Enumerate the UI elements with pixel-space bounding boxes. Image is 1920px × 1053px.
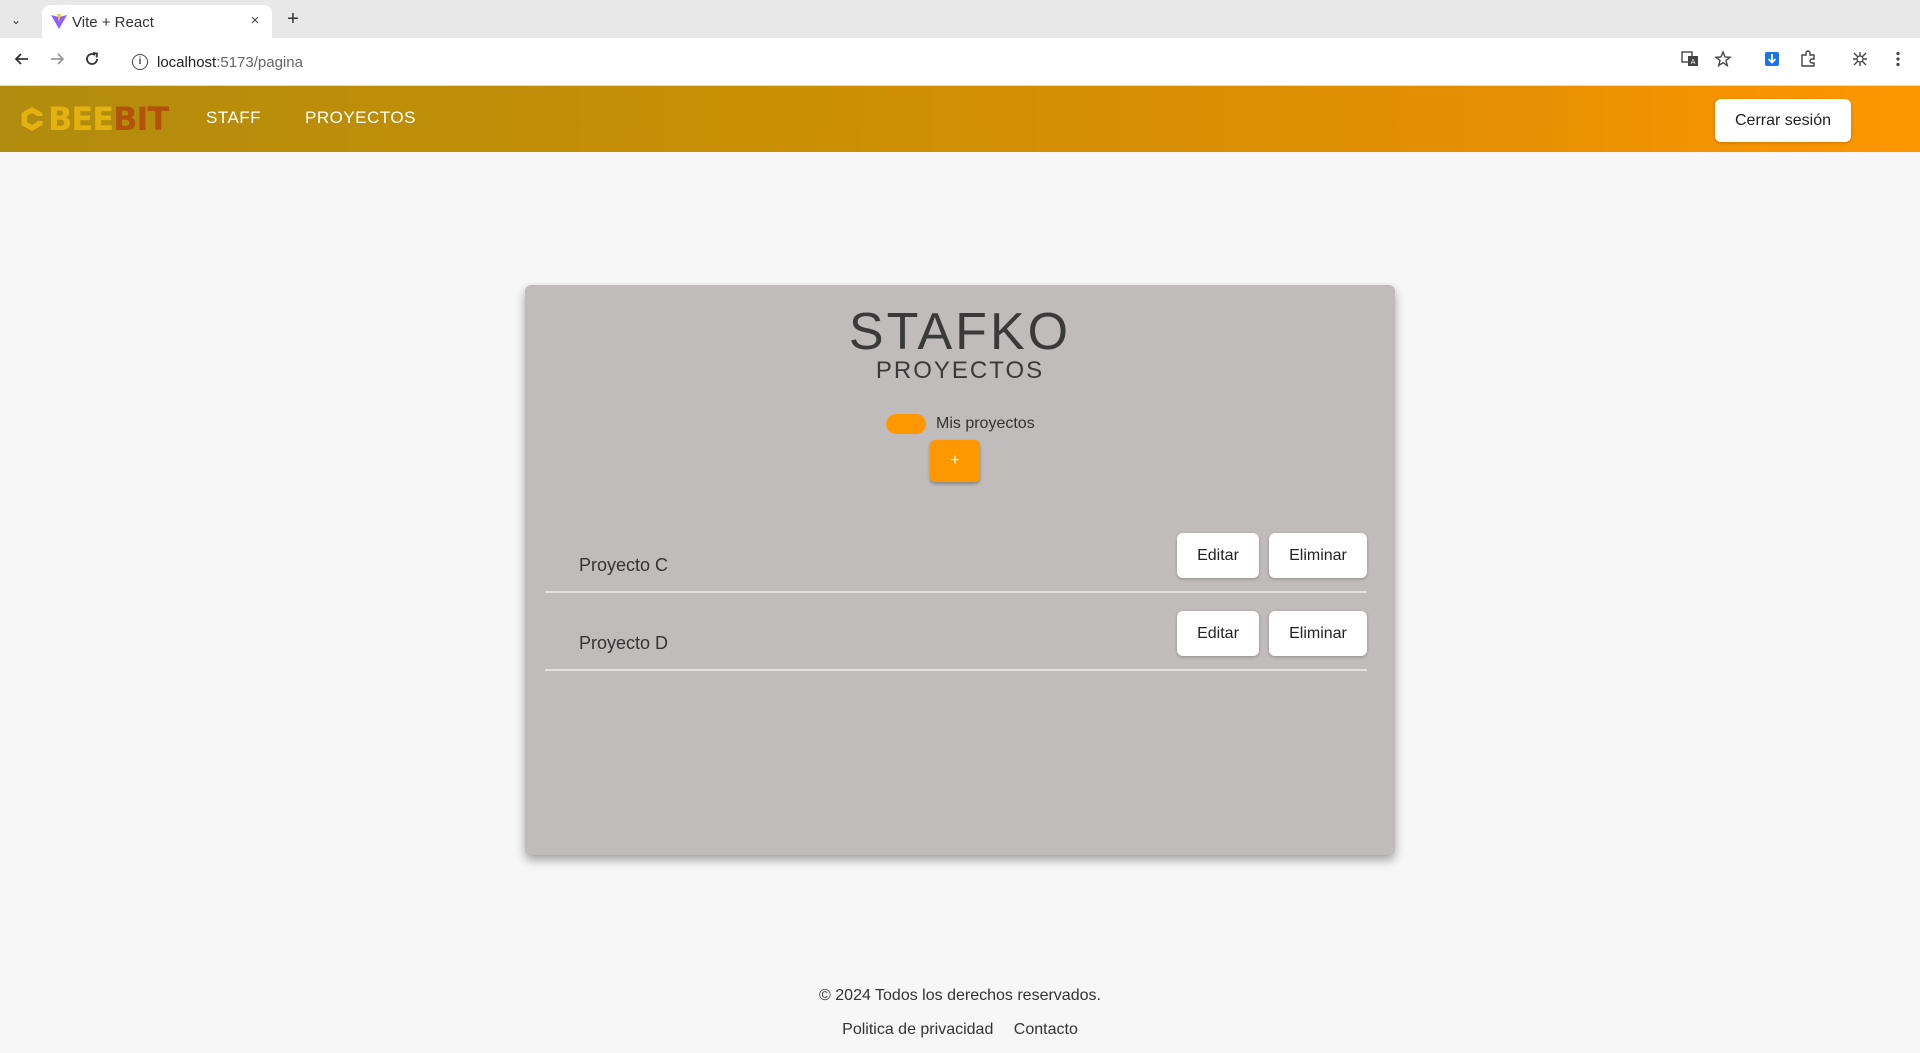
privacy-policy-link[interactable]: Politica de privacidad <box>842 1021 993 1038</box>
logout-button[interactable]: Cerrar sesión <box>1715 99 1851 142</box>
url-input[interactable]: i localhost:5173/pagina <box>120 45 1760 79</box>
project-row: Proyecto D Editar Eliminar <box>545 611 1367 671</box>
browser-tab-bar: ⌄ Vite + React × + <box>0 0 1920 38</box>
hexagon-logo-icon <box>21 107 43 131</box>
url-text: localhost:5173/pagina <box>157 54 303 71</box>
beebit-logo[interactable]: BEEBIT <box>18 100 169 138</box>
footer-links: Politica de privacidad Contacto <box>0 1021 1920 1039</box>
logo-text-bee: BEE <box>48 100 114 138</box>
edit-project-button[interactable]: Editar <box>1177 533 1259 578</box>
extensions-puzzle-icon[interactable] <box>1796 50 1820 74</box>
projects-card: STAFKO PROYECTOS Mis proyectos + Proyect… <box>525 285 1395 855</box>
close-tab-icon[interactable]: × <box>246 12 264 30</box>
my-projects-label: Mis proyectos <box>936 415 1035 432</box>
my-projects-toggle[interactable] <box>886 414 926 434</box>
download-icon[interactable] <box>1760 50 1784 74</box>
page-subtitle: PROYECTOS <box>875 357 1045 384</box>
vite-favicon-icon <box>51 14 67 29</box>
browser-tab[interactable]: Vite + React × <box>42 5 272 38</box>
contact-link[interactable]: Contacto <box>1014 1021 1078 1038</box>
tab-search-icon[interactable]: ⌄ <box>4 10 28 30</box>
profile-icon[interactable] <box>1848 50 1872 74</box>
page-title: STAFKO <box>848 303 1072 361</box>
browser-address-bar: i localhost:5173/pagina A <box>0 38 1920 86</box>
edit-project-button[interactable]: Editar <box>1177 611 1259 656</box>
back-arrow-icon[interactable] <box>10 50 34 74</box>
browser-menu-icon[interactable] <box>1886 50 1910 74</box>
forward-arrow-icon[interactable] <box>45 50 69 74</box>
project-name: Proyecto D <box>579 633 669 653</box>
site-info-icon[interactable]: i <box>132 54 148 70</box>
app-header: BEEBIT STAFF PROYECTOS Cerrar sesión <box>0 86 1920 152</box>
delete-project-button[interactable]: Eliminar <box>1269 533 1367 578</box>
translate-icon[interactable]: A <box>1678 50 1702 74</box>
url-path: :5173/pagina <box>216 54 303 71</box>
new-tab-button[interactable]: + <box>282 9 304 31</box>
svg-text:A: A <box>1691 58 1696 66</box>
add-project-button[interactable]: + <box>930 440 980 482</box>
nav-link-staff[interactable]: STAFF <box>206 108 261 128</box>
project-row: Proyecto C Editar Eliminar <box>545 533 1367 593</box>
my-projects-toggle-row: Mis proyectos <box>886 413 1035 435</box>
project-name: Proyecto C <box>579 555 669 575</box>
logo-text-bit: BIT <box>113 100 169 138</box>
nav-link-proyectos[interactable]: PROYECTOS <box>305 108 416 128</box>
footer-copyright: © 2024 Todos los derechos reservados. <box>819 987 1101 1004</box>
bookmark-star-icon[interactable] <box>1711 50 1735 74</box>
tab-title: Vite + React <box>72 14 154 31</box>
reload-icon[interactable] <box>80 50 104 74</box>
url-host: localhost <box>157 54 217 71</box>
delete-project-button[interactable]: Eliminar <box>1269 611 1367 656</box>
